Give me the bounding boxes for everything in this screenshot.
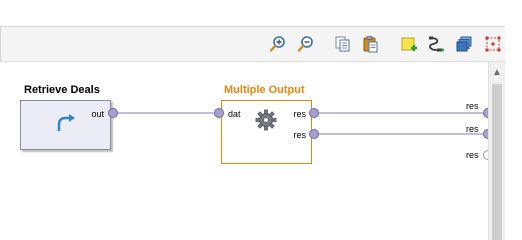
scrollbar-thumb[interactable] bbox=[492, 84, 502, 240]
port-label-res-2: res bbox=[293, 130, 306, 140]
operator-title-retrieve-deals: Retrieve Deals bbox=[24, 84, 100, 96]
port-label-dat: dat bbox=[228, 109, 241, 119]
port-res-1[interactable] bbox=[309, 108, 319, 118]
port-label-res-1: res bbox=[293, 109, 306, 119]
port-dat[interactable] bbox=[214, 108, 224, 118]
port-label-out: out bbox=[91, 109, 104, 119]
add-note-icon[interactable] bbox=[400, 35, 418, 53]
arrange-icon[interactable] bbox=[455, 35, 473, 53]
operator-title-multiple-output: Multiple Output bbox=[224, 84, 305, 96]
fit-selection-icon[interactable] bbox=[484, 35, 502, 53]
port-res-2[interactable] bbox=[309, 129, 319, 139]
window-edge bbox=[505, 0, 522, 240]
zoom-out-icon[interactable] bbox=[297, 35, 315, 53]
operator-multiple-output[interactable]: dat res res bbox=[221, 100, 312, 164]
port-out[interactable] bbox=[108, 108, 118, 118]
operator-retrieve-deals[interactable]: out bbox=[20, 100, 111, 150]
vertical-scrollbar[interactable]: ▲ bbox=[488, 62, 505, 240]
zoom-in-icon[interactable] bbox=[269, 35, 287, 53]
copy-icon[interactable] bbox=[334, 35, 352, 53]
process-canvas[interactable]: Retrieve Deals out Multiple Output dat r… bbox=[0, 62, 493, 240]
auto-wire-icon[interactable] bbox=[427, 35, 445, 53]
process-toolbar bbox=[0, 26, 505, 62]
scroll-up-arrow-icon[interactable]: ▲ bbox=[489, 62, 505, 82]
result-port-label-2: res bbox=[466, 124, 479, 134]
top-area bbox=[0, 0, 522, 26]
retrieve-icon bbox=[57, 114, 75, 131]
result-port-label-1: res bbox=[466, 101, 479, 111]
result-port-label-3: res bbox=[466, 150, 479, 160]
gear-icon bbox=[255, 109, 277, 131]
paste-icon[interactable] bbox=[362, 35, 380, 53]
